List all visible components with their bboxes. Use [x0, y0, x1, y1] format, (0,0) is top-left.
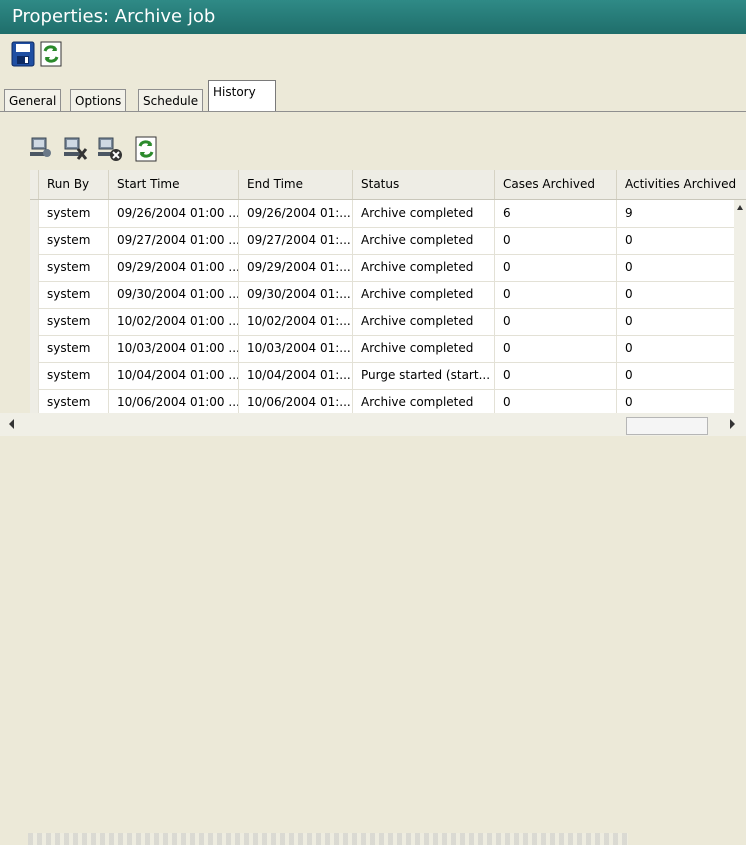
cell-run-by: system — [38, 254, 108, 281]
cell-run-by: system — [38, 335, 108, 362]
cell-cases-archived: 0 — [494, 254, 616, 281]
cell-status: Archive completed — [352, 335, 494, 362]
cell-start-time: 09/29/2004 01:00 ... — [108, 254, 238, 281]
refresh-icon[interactable] — [132, 134, 160, 164]
cell-end-time: 10/04/2004 01:... — [238, 362, 352, 389]
cell-status: Archive completed — [352, 308, 494, 335]
cell-end-time: 09/27/2004 01:... — [238, 227, 352, 254]
cell-end-time: 09/29/2004 01:... — [238, 254, 352, 281]
refresh-icon[interactable] — [38, 40, 64, 68]
cell-status: Purge started (start... — [352, 362, 494, 389]
scrollbar-track — [28, 833, 628, 845]
cell-run-by: system — [38, 308, 108, 335]
view-icon[interactable] — [28, 134, 56, 164]
cell-cases-archived: 6 — [494, 200, 616, 227]
cell-activities-archived: 0 — [616, 362, 734, 389]
cell-activities-archived: 0 — [616, 227, 734, 254]
horizontal-scroll-thumb[interactable] — [626, 417, 708, 435]
cell-end-time: 10/03/2004 01:... — [238, 335, 352, 362]
cell-cases-archived: 0 — [494, 227, 616, 254]
cell-start-time: 10/04/2004 01:00 ... — [108, 362, 238, 389]
cell-start-time: 09/27/2004 01:00 ... — [108, 227, 238, 254]
horizontal-scrollbar[interactable] — [0, 413, 746, 845]
title-bar: Properties: Archive job — [0, 0, 746, 34]
cell-end-time: 10/02/2004 01:... — [238, 308, 352, 335]
cell-start-time: 10/03/2004 01:00 ... — [108, 335, 238, 362]
cell-cases-archived: 0 — [494, 335, 616, 362]
cell-status: Archive completed — [352, 281, 494, 308]
save-icon[interactable] — [10, 40, 36, 68]
cell-start-time: 09/26/2004 01:00 ... — [108, 200, 238, 227]
cell-start-time: 10/06/2004 01:00 ... — [108, 389, 238, 416]
col-cases-archived[interactable]: Cases Archived — [494, 170, 616, 199]
table-row[interactable]: system 10/04/2004 01:00 ... 10/04/2004 0… — [30, 362, 746, 390]
cell-activities-archived: 0 — [616, 281, 734, 308]
row-header-corner — [30, 170, 38, 199]
cell-end-time: 09/30/2004 01:... — [238, 281, 352, 308]
delete-icon[interactable] — [62, 134, 90, 164]
table-row[interactable]: system 09/29/2004 01:00 ... 09/29/2004 0… — [30, 254, 746, 282]
grid-header: Run By Start Time End Time Status Cases … — [30, 170, 746, 200]
vertical-scrollbar[interactable] — [734, 200, 746, 422]
col-start-time[interactable]: Start Time — [108, 170, 238, 199]
cell-status: Archive completed — [352, 200, 494, 227]
cell-activities-archived: 0 — [616, 308, 734, 335]
tab-history[interactable]: History — [208, 80, 276, 112]
cancel-icon[interactable] — [96, 134, 124, 164]
cell-run-by: system — [38, 389, 108, 416]
col-run-by[interactable]: Run By — [38, 170, 108, 199]
cell-run-by: system — [38, 227, 108, 254]
cell-end-time: 10/06/2004 01:... — [238, 389, 352, 416]
cell-end-time: 09/26/2004 01:... — [238, 200, 352, 227]
cell-activities-archived: 0 — [616, 389, 734, 416]
cell-run-by: system — [38, 281, 108, 308]
table-row[interactable]: system 10/02/2004 01:00 ... 10/02/2004 0… — [30, 308, 746, 336]
cell-status: Archive completed — [352, 254, 494, 281]
col-activities-archived[interactable]: Activities Archived — [616, 170, 746, 199]
cell-start-time: 10/02/2004 01:00 ... — [108, 308, 238, 335]
cell-activities-archived: 0 — [616, 335, 734, 362]
table-row[interactable]: system 09/30/2004 01:00 ... 09/30/2004 0… — [30, 281, 746, 309]
history-grid: Run By Start Time End Time Status Cases … — [30, 170, 746, 422]
table-row[interactable]: system 09/26/2004 01:00 ... 09/26/2004 0… — [30, 200, 746, 228]
cell-cases-archived: 0 — [494, 362, 616, 389]
window-title: Properties: Archive job — [12, 6, 216, 27]
cell-cases-archived: 0 — [494, 308, 616, 335]
cell-activities-archived: 0 — [616, 254, 734, 281]
tab-schedule[interactable]: Schedule — [138, 89, 204, 112]
cell-start-time: 09/30/2004 01:00 ... — [108, 281, 238, 308]
table-row[interactable]: system 10/03/2004 01:00 ... 10/03/2004 0… — [30, 335, 746, 363]
tab-strip: General Options Schedule History — [0, 76, 746, 112]
cell-run-by: system — [38, 200, 108, 227]
cell-status: Archive completed — [352, 227, 494, 254]
cell-cases-archived: 0 — [494, 389, 616, 416]
tab-general[interactable]: General — [4, 89, 62, 112]
tab-options[interactable]: Options — [70, 89, 127, 112]
cell-run-by: system — [38, 362, 108, 389]
table-row[interactable]: system 09/27/2004 01:00 ... 09/27/2004 0… — [30, 227, 746, 255]
cell-activities-archived: 9 — [616, 200, 734, 227]
col-end-time[interactable]: End Time — [238, 170, 352, 199]
cell-status: Archive completed — [352, 389, 494, 416]
col-status[interactable]: Status — [352, 170, 494, 199]
cell-cases-archived: 0 — [494, 281, 616, 308]
